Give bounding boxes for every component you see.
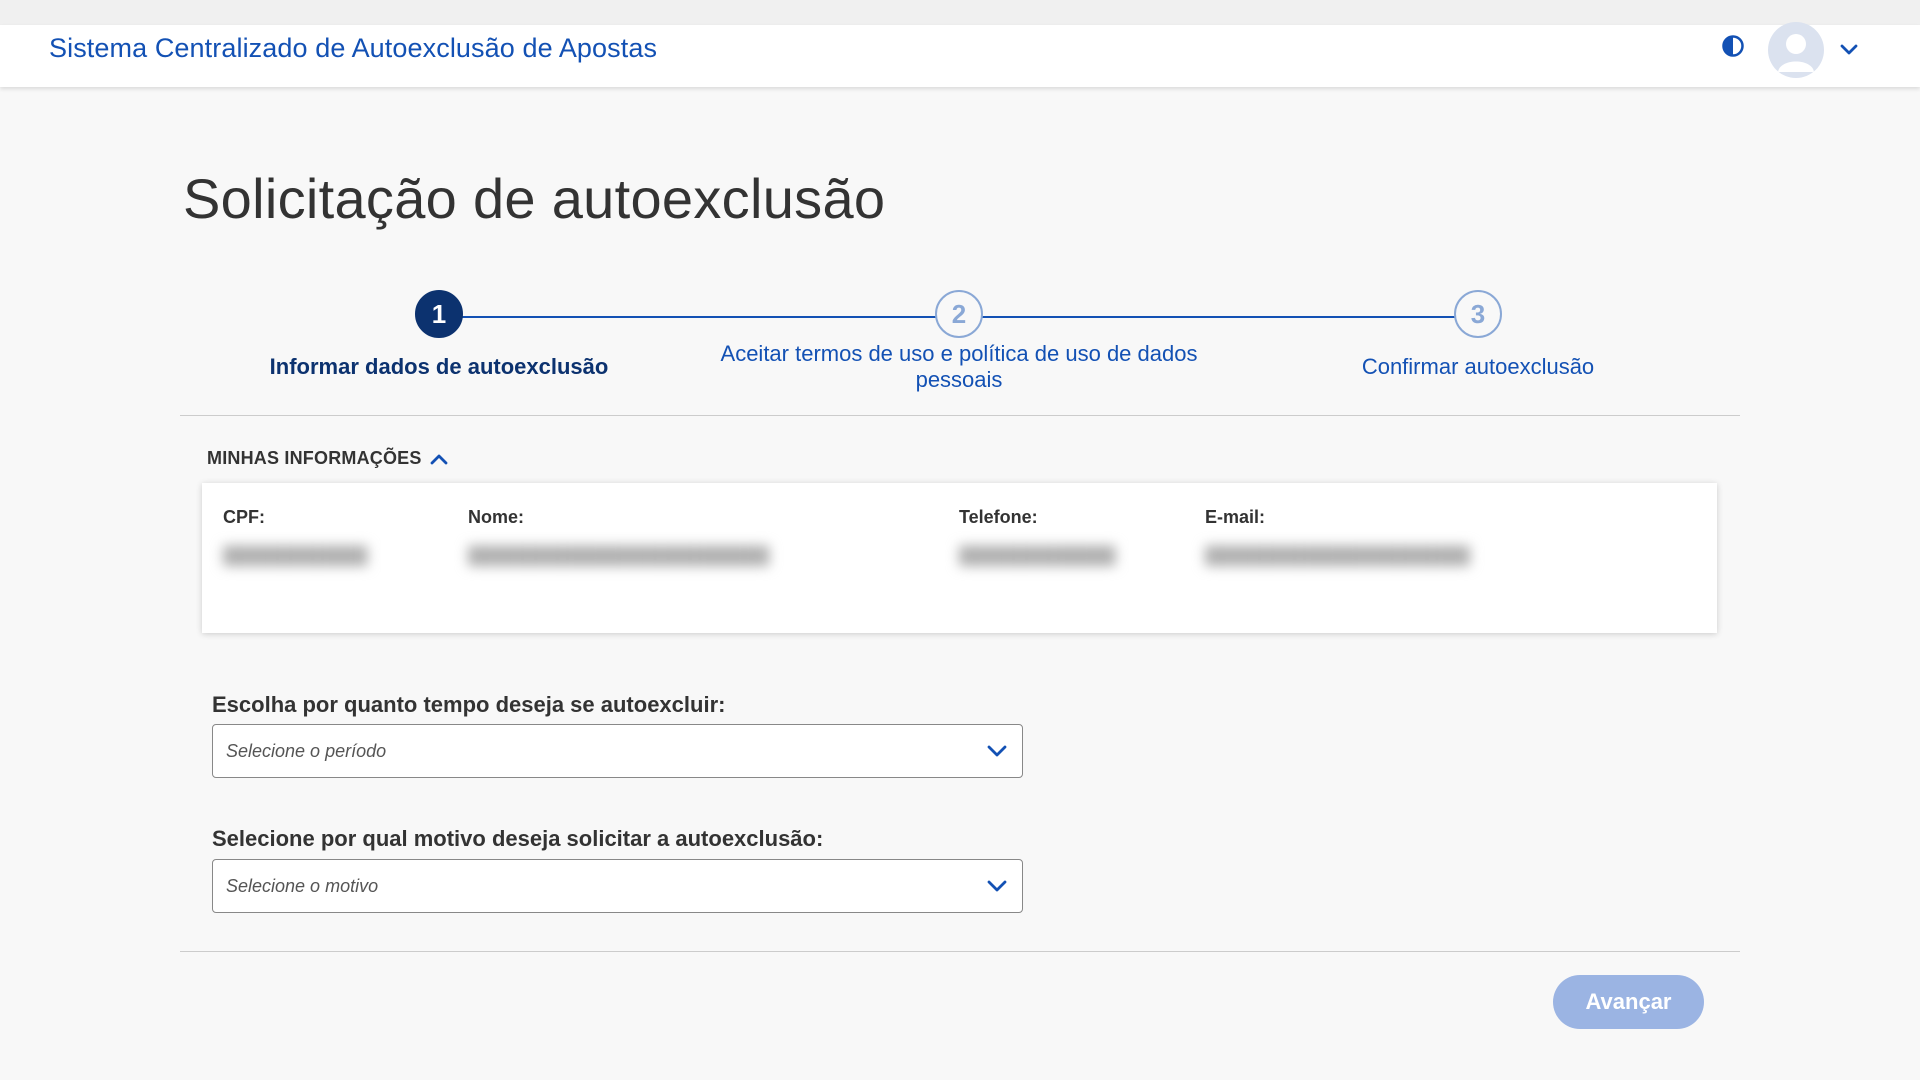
contrast-icon [1722, 35, 1744, 57]
phone-label: Telefone: [959, 507, 1038, 527]
header: Sistema Centralizado de Autoexclusão de … [0, 22, 1920, 87]
email-value-redacted: ██████████████████████ [1205, 546, 1470, 565]
reason-label: Selecione por qual motivo deseja solicit… [212, 826, 824, 851]
step-label: Aceitar termos de uso e política de uso … [720, 341, 1198, 392]
period-label: Escolha por quanto tempo deseja se autoe… [212, 692, 726, 717]
section-title: MINHAS INFORMAÇÕES [207, 448, 422, 468]
chevron-down-icon [986, 740, 1008, 767]
reason-select[interactable]: Selecione o motivo [212, 859, 1023, 913]
app-title[interactable]: Sistema Centralizado de Autoexclusão de … [49, 33, 657, 64]
cpf-value-redacted: ████████████ [223, 546, 368, 565]
period-placeholder: Selecione o período [226, 740, 387, 761]
step-1[interactable]: 1 Informar dados de autoexclusão [159, 290, 719, 380]
user-avatar-icon [1768, 22, 1824, 78]
step-label: Informar dados de autoexclusão [269, 354, 609, 379]
name-value-redacted: █████████████████████████ [468, 546, 770, 565]
my-info-card: CPF: ████████████ Nome: ████████████████… [202, 483, 1717, 633]
reason-placeholder: Selecione o motivo [226, 875, 379, 896]
phone-value-redacted: █████████████ [959, 546, 1116, 565]
step-3[interactable]: 3 Confirmar autoexclusão [1198, 290, 1758, 380]
step-label: Confirmar autoexclusão [1361, 354, 1595, 379]
chevron-down-icon [1840, 44, 1858, 56]
cpf-field: CPF: ████████████ [223, 507, 368, 566]
email-label: E-mail: [1205, 507, 1266, 527]
my-info-toggle[interactable]: MINHAS INFORMAÇÕES [207, 448, 448, 469]
period-select[interactable]: Selecione o período [212, 724, 1023, 778]
cpf-label: CPF: [223, 507, 265, 527]
top-strip [0, 0, 1920, 25]
email-field: E-mail: ██████████████████████ [1205, 507, 1470, 566]
page-title: Solicitação de autoexclusão [183, 167, 886, 230]
step-number: 1 [415, 290, 463, 338]
next-button[interactable]: Avançar [1553, 975, 1704, 1029]
form-divider [180, 951, 1740, 952]
stepper: 1 Informar dados de autoexclusão 2 Aceit… [180, 290, 1740, 410]
step-number: 3 [1454, 290, 1502, 338]
chevron-down-icon [986, 875, 1008, 902]
name-field: Nome: █████████████████████████ [468, 507, 769, 566]
step-number: 2 [935, 290, 983, 338]
stepper-divider [180, 415, 1740, 416]
user-menu-button[interactable] [1768, 20, 1868, 80]
chevron-up-icon [430, 453, 448, 465]
contrast-toggle-button[interactable] [1718, 31, 1748, 61]
step-2[interactable]: 2 Aceitar termos de uso e política de us… [679, 290, 1239, 393]
name-label: Nome: [468, 507, 525, 527]
phone-field: Telefone: █████████████ [959, 507, 1116, 566]
